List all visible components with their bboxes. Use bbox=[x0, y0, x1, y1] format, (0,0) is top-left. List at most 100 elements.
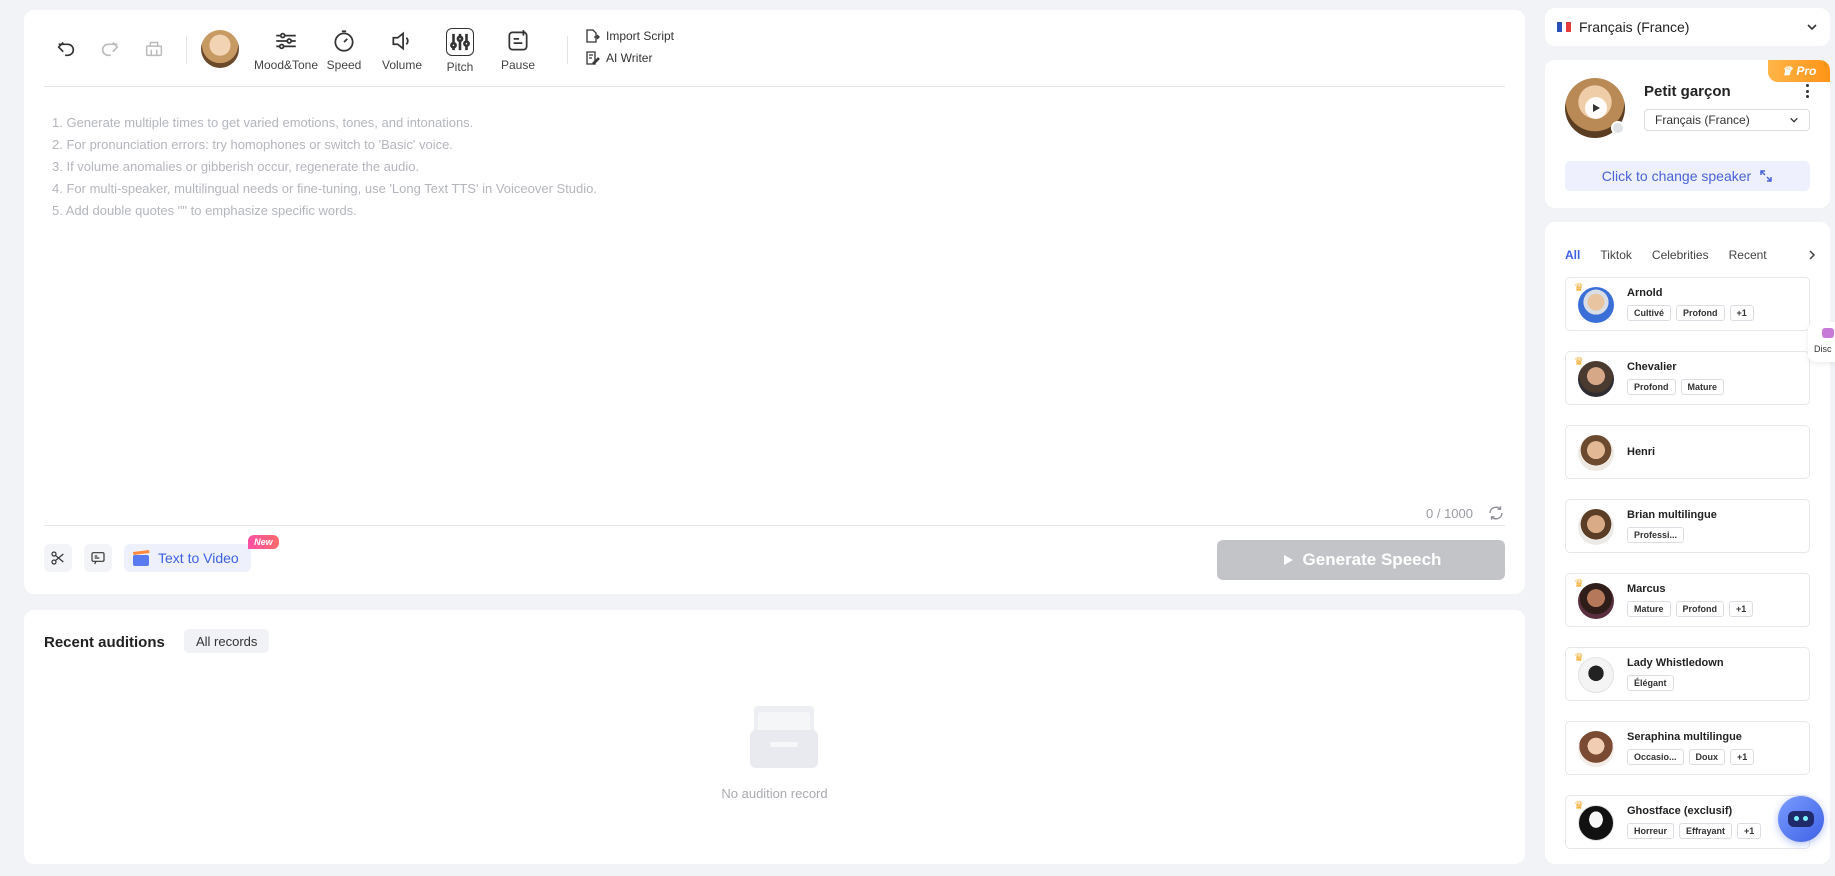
pause-tool[interactable]: Pause bbox=[489, 28, 547, 72]
voice-item-seraphina[interactable]: Seraphina multilingue Occasio... Doux +1 bbox=[1565, 721, 1810, 775]
pause-insert-icon bbox=[508, 30, 528, 51]
voice-tag: +1 bbox=[1729, 601, 1754, 617]
voice-item-ghostface[interactable]: ♛ Ghostface (exclusif) Horreur Effrayant… bbox=[1565, 795, 1810, 849]
pitch-tool[interactable]: Pitch bbox=[431, 28, 489, 74]
voice-tag: Occasio... bbox=[1627, 749, 1684, 765]
assistant-bot-icon[interactable] bbox=[1778, 796, 1824, 842]
import-script-button[interactable]: Import Script bbox=[584, 28, 674, 44]
crown-icon: ♛ bbox=[1574, 282, 1584, 294]
pro-badge: ♛ Pro bbox=[1768, 60, 1830, 82]
voice-item-marcus[interactable]: ♛ Marcus Mature Profond +1 bbox=[1565, 573, 1810, 627]
editor-bottom-line bbox=[44, 525, 1505, 526]
all-records-button[interactable]: All records bbox=[184, 629, 270, 653]
language-select[interactable]: Français (France) bbox=[1545, 8, 1830, 46]
voice-name: Brian multilingue bbox=[1627, 509, 1717, 521]
voice-name: Seraphina multilingue bbox=[1627, 731, 1742, 743]
speaker-name: Petit garçon bbox=[1644, 83, 1731, 100]
mood-tone-tool[interactable]: Mood&Tone bbox=[253, 28, 319, 72]
tip-line: 1. Generate multiple times to get varied… bbox=[52, 115, 474, 130]
tab-all[interactable]: All bbox=[1565, 248, 1580, 262]
discord-side-tab[interactable]: Disc bbox=[1808, 322, 1835, 362]
text-to-video-label: Text to Video bbox=[158, 550, 239, 566]
pause-label: Pause bbox=[500, 58, 536, 72]
speaker-card: ♛ Pro Petit garçon Français (France) Cli… bbox=[1545, 60, 1830, 208]
voice-tag: Profond bbox=[1627, 379, 1676, 395]
speaker-language-select[interactable]: Français (France) bbox=[1644, 109, 1810, 131]
crown-icon: ♛ bbox=[1574, 800, 1584, 812]
tip-line: 3. If volume anomalies or gibberish occu… bbox=[52, 159, 420, 174]
redo-icon[interactable] bbox=[88, 28, 132, 68]
voice-item-chevalier[interactable]: ♛ Chevalier Profond Mature bbox=[1565, 351, 1810, 405]
editor-panel: Mood&Tone Speed Volume Pitch Pause Impor… bbox=[24, 10, 1525, 594]
voice-avatar[interactable] bbox=[201, 30, 239, 68]
voice-tag: Élégant bbox=[1627, 675, 1674, 691]
crown-icon: ♛ bbox=[1781, 64, 1793, 78]
play-preview-icon[interactable] bbox=[1585, 97, 1607, 119]
tip-line: 4. For multi-speaker, multilingual needs… bbox=[52, 181, 597, 196]
toolbar-divider-line bbox=[44, 86, 1505, 87]
speaker-icon bbox=[392, 31, 409, 51]
pro-label: Pro bbox=[1796, 64, 1817, 78]
voice-tags: Occasio... Doux +1 bbox=[1627, 749, 1755, 765]
voice-name: Lady Whistledown bbox=[1627, 657, 1724, 669]
script-links: Import Script AI Writer bbox=[584, 28, 674, 66]
generate-speech-button[interactable]: Generate Speech bbox=[1217, 540, 1505, 580]
chevron-right-icon[interactable] bbox=[1807, 249, 1817, 261]
refresh-icon[interactable] bbox=[1487, 504, 1505, 522]
undo-icon[interactable] bbox=[44, 28, 88, 68]
voice-tag: Professi... bbox=[1627, 527, 1685, 543]
subtitle-icon[interactable] bbox=[84, 544, 112, 572]
empty-state-text: No audition record bbox=[721, 786, 828, 801]
speed-tool[interactable]: Speed bbox=[315, 28, 373, 72]
import-script-label: Import Script bbox=[606, 29, 675, 43]
new-badge: New bbox=[248, 535, 279, 549]
voice-tag: Profond bbox=[1676, 305, 1725, 321]
voice-name: Henri bbox=[1627, 446, 1656, 458]
voice-library: All Tiktok Celebrities Recent ♛ Arnold C… bbox=[1545, 222, 1830, 864]
voice-item-arnold[interactable]: ♛ Arnold Cultivé Profond +1 bbox=[1565, 277, 1810, 331]
more-options-icon[interactable] bbox=[1806, 84, 1810, 98]
voice-item-lady-whistledown[interactable]: ♛ Lady Whistledown Élégant bbox=[1565, 647, 1810, 701]
generate-speech-label: Generate Speech bbox=[1302, 550, 1442, 569]
voice-tags: Mature Profond +1 bbox=[1627, 601, 1754, 617]
clear-icon[interactable] bbox=[132, 28, 176, 68]
voice-tags: Élégant bbox=[1627, 675, 1674, 691]
volume-tool[interactable]: Volume bbox=[373, 28, 431, 72]
expand-icon bbox=[1760, 170, 1772, 182]
change-speaker-button[interactable]: Click to change speaker bbox=[1565, 161, 1810, 191]
voice-item-henri[interactable]: Henri bbox=[1565, 425, 1810, 479]
scissors-icon[interactable] bbox=[44, 544, 72, 572]
ai-writer-button[interactable]: AI Writer bbox=[584, 50, 674, 66]
voice-tags: Cultivé Profond +1 bbox=[1627, 305, 1754, 321]
import-icon bbox=[586, 29, 600, 43]
voice-name: Ghostface (exclusif) bbox=[1627, 805, 1733, 817]
tab-recent[interactable]: Recent bbox=[1729, 248, 1767, 262]
tab-tiktok[interactable]: Tiktok bbox=[1600, 248, 1632, 262]
voice-tag: Horreur bbox=[1627, 823, 1675, 839]
status-dot bbox=[1611, 121, 1625, 135]
recent-auditions-title: Recent auditions bbox=[44, 634, 165, 651]
voice-tag: Effrayant bbox=[1679, 823, 1733, 839]
voice-item-brian[interactable]: Brian multilingue Professi... bbox=[1565, 499, 1810, 553]
volume-label: Volume bbox=[381, 58, 423, 72]
character-counter: 0 / 1000 bbox=[1426, 506, 1473, 521]
empty-inbox-icon bbox=[750, 706, 818, 768]
voice-tag: Profond bbox=[1675, 601, 1725, 617]
mood-tone-label: Mood&Tone bbox=[253, 58, 319, 72]
tab-celebrities[interactable]: Celebrities bbox=[1652, 248, 1709, 262]
toolbar-divider bbox=[186, 36, 187, 64]
pitch-label: Pitch bbox=[446, 60, 474, 74]
tip-line: 5. Add double quotes "" to emphasize spe… bbox=[52, 203, 357, 218]
chevron-down-icon bbox=[1807, 24, 1817, 31]
discord-label: Disc bbox=[1814, 344, 1832, 354]
text-input-area[interactable]: 1. Generate multiple times to get varied… bbox=[52, 112, 597, 222]
speaker-language-label: Français (France) bbox=[1655, 113, 1750, 127]
text-to-video-button[interactable]: Text to Video New bbox=[124, 535, 279, 572]
crown-icon: ♛ bbox=[1574, 652, 1584, 664]
voice-tag: Cultivé bbox=[1627, 305, 1672, 321]
voice-name: Marcus bbox=[1627, 583, 1666, 595]
speed-label: Speed bbox=[326, 58, 362, 72]
voice-name: Chevalier bbox=[1627, 361, 1677, 373]
voice-tag: Mature bbox=[1680, 379, 1725, 395]
language-label: Français (France) bbox=[1579, 19, 1690, 35]
